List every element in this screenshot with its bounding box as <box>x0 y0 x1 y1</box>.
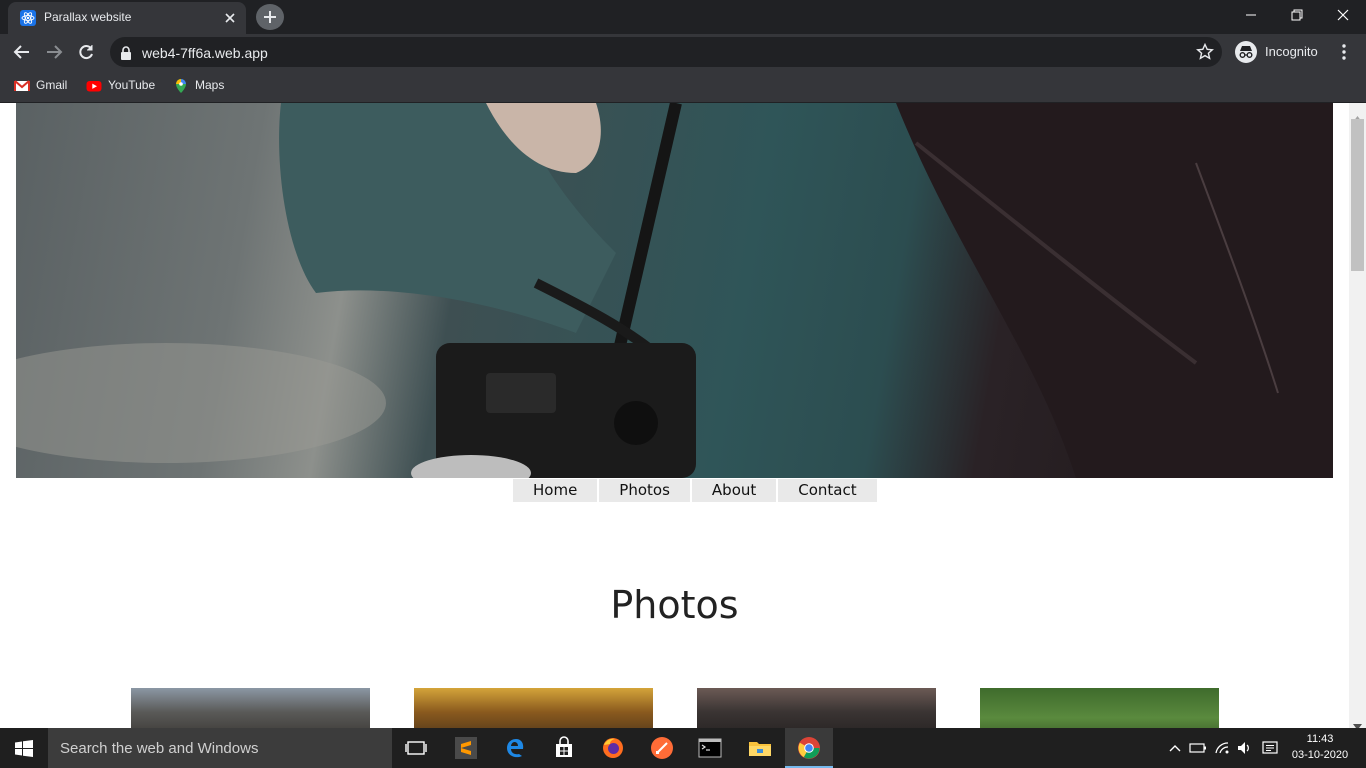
sublime-text-button[interactable] <box>442 728 490 768</box>
lock-icon <box>120 45 132 64</box>
page-viewport: Home Photos About Contact Photos <box>0 103 1349 728</box>
grass-photo <box>980 688 1219 728</box>
nav-home[interactable]: Home <box>513 479 600 502</box>
search-placeholder: Search the web and Windows <box>60 740 259 757</box>
bookmark-label: Gmail <box>36 78 68 92</box>
incognito-icon <box>1235 41 1257 63</box>
taskbar-search[interactable]: Search the web and Windows <box>48 728 392 768</box>
sunset-photo <box>414 688 653 728</box>
volume-icon[interactable] <box>1237 740 1253 759</box>
photographer-with-camera-photo <box>16 103 1333 478</box>
file-explorer-icon <box>749 742 771 756</box>
camera-photo <box>697 688 936 728</box>
edge-icon <box>507 739 524 758</box>
postman-icon <box>651 737 673 759</box>
edge-button[interactable] <box>491 728 539 768</box>
task-view-icon <box>405 741 427 755</box>
battery-icon[interactable] <box>1189 740 1207 759</box>
youtube-icon <box>86 78 102 94</box>
incognito-label: Incognito <box>1265 44 1318 59</box>
nav-photos[interactable]: Photos <box>599 479 692 502</box>
nav-contact[interactable]: Contact <box>778 479 877 502</box>
main-nav: Home Photos About Contact <box>513 479 877 502</box>
store-button[interactable] <box>540 728 588 768</box>
scrollbar-thumb[interactable] <box>1351 119 1364 271</box>
minimize-icon <box>1246 14 1256 16</box>
menu-icon[interactable] <box>1336 42 1352 62</box>
windows-icon <box>15 740 33 757</box>
clock-time: 11:43 <box>1306 733 1334 745</box>
back-icon[interactable] <box>12 42 32 62</box>
firefox-icon <box>603 738 623 758</box>
bookmarks-bar: Gmail YouTube Maps <box>0 71 1366 103</box>
action-center-icon[interactable] <box>1262 740 1278 760</box>
react-icon <box>20 10 36 26</box>
terminal-button[interactable] <box>686 728 734 768</box>
system-clock[interactable]: 11:43 03-10-2020 <box>1284 731 1356 763</box>
start-button[interactable] <box>0 728 48 768</box>
close-window-button[interactable] <box>1320 0 1366 30</box>
wifi-icon[interactable] <box>1214 740 1230 759</box>
forward-icon[interactable] <box>44 42 64 62</box>
bookmark-label: YouTube <box>108 78 156 92</box>
tab-title: Parallax website <box>44 10 132 24</box>
maps-icon <box>173 78 189 94</box>
chrome-button[interactable] <box>785 728 833 768</box>
minimize-button[interactable] <box>1228 0 1274 30</box>
page-scrollbar[interactable] <box>1349 103 1366 730</box>
firefox-button[interactable] <box>589 728 637 768</box>
rocks-photo <box>131 688 370 728</box>
terminal-icon <box>698 738 722 758</box>
browser-toolbar: web4-7ff6a.web.app <box>0 34 1366 71</box>
new-tab-button[interactable] <box>256 4 284 30</box>
browser-tab-bar: Parallax website <box>0 0 1366 34</box>
task-view-button[interactable] <box>392 728 440 768</box>
nav-about[interactable]: About <box>691 479 779 502</box>
address-bar[interactable]: web4-7ff6a.web.app <box>110 37 1222 67</box>
file-explorer-button[interactable] <box>736 728 784 768</box>
close-icon[interactable] <box>222 10 238 26</box>
clock-date: 03-10-2020 <box>1291 749 1349 761</box>
sublime-text-icon <box>455 737 477 759</box>
plus-icon <box>264 11 276 23</box>
restore-button[interactable] <box>1274 0 1320 30</box>
chrome-icon <box>798 737 820 759</box>
url-text: web4-7ff6a.web.app <box>142 45 268 61</box>
bookmark-label: Maps <box>195 78 225 92</box>
page-title: Photos <box>610 583 739 627</box>
restore-icon <box>1291 9 1303 21</box>
store-icon <box>556 736 572 757</box>
browser-tab[interactable]: Parallax website <box>8 2 246 34</box>
show-hidden-icons-icon[interactable] <box>1168 740 1182 759</box>
postman-button[interactable] <box>638 728 686 768</box>
close-icon <box>1337 9 1349 21</box>
reload-icon[interactable] <box>76 42 96 62</box>
bookmark-star-icon[interactable] <box>1196 42 1214 65</box>
gmail-icon <box>14 78 30 94</box>
windows-taskbar: Search the web and Windows 11:43 03-10-2… <box>0 728 1366 768</box>
